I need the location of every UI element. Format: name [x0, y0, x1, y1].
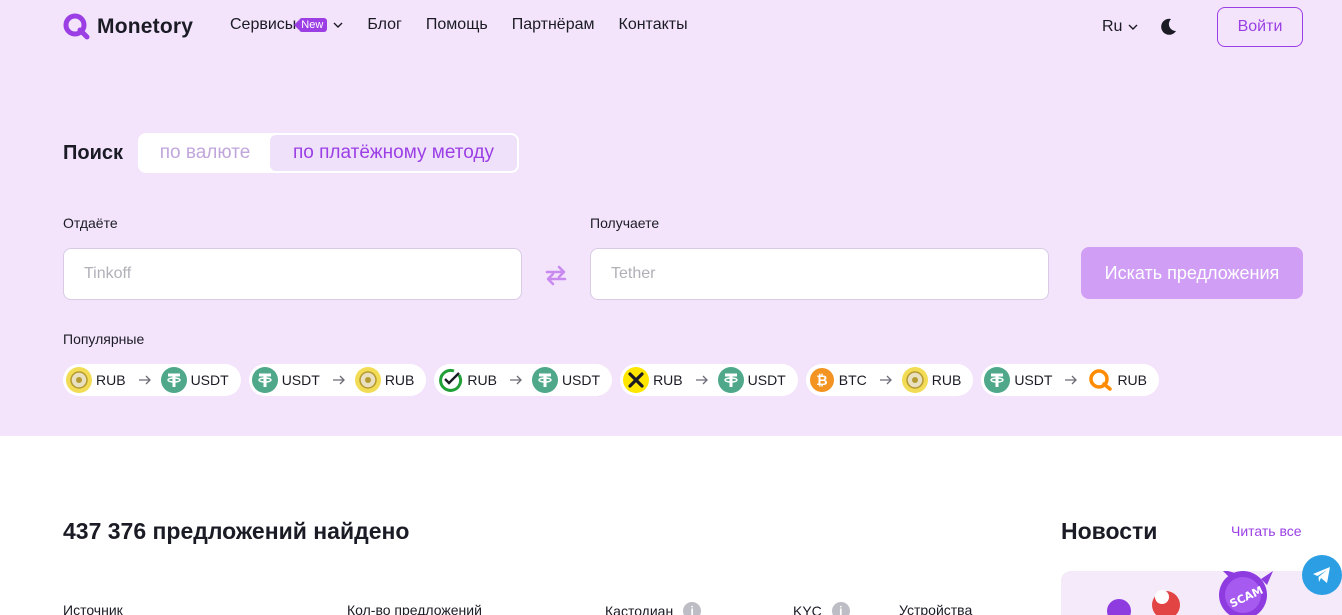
read-all-news-link[interactable]: Читать все — [1231, 523, 1302, 539]
popular-pair-chip[interactable]: USDT RUB — [248, 364, 427, 396]
column-label: Устройства — [899, 602, 973, 615]
from-currency: USDT — [1014, 372, 1053, 388]
to-currency: USDT — [561, 372, 601, 388]
give-input[interactable] — [63, 248, 522, 300]
telegram-button[interactable] — [1302, 555, 1342, 595]
arrow-right-icon — [695, 375, 708, 385]
search-offers-button[interactable]: Искать предложения — [1081, 247, 1303, 299]
moon-icon[interactable] — [1158, 17, 1178, 37]
main-nav: Сервисы New Блог Помощь Партнёрам Контак… — [230, 16, 712, 34]
tinkoff-icon — [354, 367, 381, 393]
search-mode-tabs: по валюте по платёжному методу — [138, 133, 519, 173]
tab-by-payment-method[interactable]: по платёжному методу — [270, 135, 517, 171]
tether-icon — [251, 367, 278, 393]
login-button[interactable]: Войти — [1217, 7, 1303, 47]
logo-text: Monetory — [97, 15, 194, 38]
nav-label: Сервисы — [230, 16, 297, 33]
qiwi-icon — [1087, 367, 1113, 393]
arrow-right-icon — [879, 375, 892, 385]
get-label: Получаете — [590, 215, 660, 231]
bitcoin-icon: ₿ — [809, 367, 835, 393]
to-currency: USDT — [747, 372, 786, 388]
from-currency: RUB — [467, 372, 497, 388]
telegram-icon — [1313, 567, 1330, 583]
from-currency: USDT — [281, 372, 320, 388]
nav-item-contacts[interactable]: Контакты — [619, 16, 688, 34]
chevron-down-icon — [333, 22, 343, 28]
info-icon[interactable]: i — [831, 602, 850, 615]
popular-pair-chip[interactable]: RUB USDT — [620, 364, 798, 396]
tinkoff-icon — [901, 367, 928, 393]
logo-icon — [63, 13, 91, 41]
news-card-image: SCAM — [1061, 571, 1342, 615]
popular-pair-chip[interactable]: RUB USDT — [434, 364, 613, 396]
logo[interactable]: Monetory — [63, 13, 193, 41]
info-icon[interactable]: i — [683, 602, 702, 615]
nav-item-help[interactable]: Помощь — [426, 16, 488, 34]
results-count-title: 437 376 предложений найдено — [63, 518, 410, 544]
news-card[interactable]: SCAM — [1061, 571, 1342, 615]
swap-icon[interactable] — [543, 262, 569, 288]
column-label: Источник — [63, 602, 123, 615]
give-label: Отдаёте — [63, 215, 118, 231]
news-title: Новости — [1061, 518, 1158, 544]
language-label: Ru — [1102, 18, 1123, 35]
popular-pair-chip[interactable]: ₿ BTC RUB — [805, 364, 974, 396]
arrow-right-icon — [332, 375, 345, 385]
from-currency: RUB — [96, 372, 126, 388]
nav-item-partners[interactable]: Партнёрам — [512, 16, 595, 34]
column-header-custodian[interactable]: Кастодиан i — [605, 602, 702, 615]
from-currency: BTC — [838, 372, 867, 388]
raiffeisen-icon — [623, 367, 650, 393]
tether-icon — [984, 367, 1011, 393]
tinkoff-icon — [66, 367, 92, 393]
search-title: Поиск — [63, 142, 124, 164]
column-header-offers-count[interactable]: Кол-во предложений — [347, 602, 482, 615]
column-label: Кол-во предложений — [347, 602, 482, 615]
tether-icon — [160, 367, 187, 393]
column-header-source[interactable]: Источник — [63, 602, 123, 615]
to-currency: RUB — [384, 372, 415, 388]
to-currency: RUB — [1117, 372, 1147, 388]
popular-pairs: RUB USDT USDT RUB RUB USDT RUB USDT ₿ BT… — [63, 364, 1167, 396]
language-selector[interactable]: Ru — [1102, 18, 1138, 36]
to-currency: RUB — [931, 372, 962, 388]
chevron-down-icon — [1128, 24, 1138, 30]
from-currency: RUB — [653, 372, 683, 388]
sberbank-icon — [437, 367, 463, 393]
tether-icon — [531, 367, 558, 393]
svg-text:₿: ₿ — [816, 373, 827, 389]
nav-item-services[interactable]: Сервисы New — [230, 16, 343, 34]
arrow-right-icon — [1065, 375, 1078, 385]
get-input[interactable] — [590, 248, 1049, 300]
tab-by-currency[interactable]: по валюте — [140, 135, 270, 171]
popular-pair-chip[interactable]: USDT RUB — [981, 364, 1159, 396]
popular-label: Популярные — [63, 331, 145, 347]
column-label: Кастодиан — [605, 603, 674, 615]
tether-icon — [717, 367, 744, 393]
arrow-right-icon — [138, 375, 151, 385]
to-currency: USDT — [190, 372, 229, 388]
nav-item-blog[interactable]: Блог — [367, 16, 402, 34]
popular-pair-chip[interactable]: RUB USDT — [63, 364, 241, 396]
new-badge: New — [294, 18, 328, 32]
column-header-kyc[interactable]: KYC i — [793, 602, 850, 615]
column-label: KYC — [793, 603, 822, 615]
column-header-devices[interactable]: Устройства — [899, 602, 972, 615]
arrow-right-icon — [509, 375, 522, 385]
